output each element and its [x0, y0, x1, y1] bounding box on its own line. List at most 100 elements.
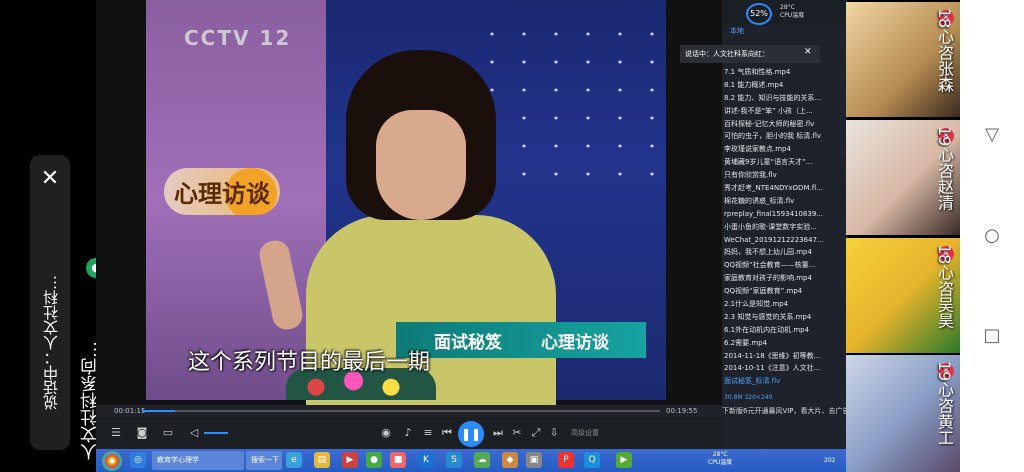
s-app-icon[interactable]: S	[446, 452, 462, 468]
lower-third-logo: 心理访谈	[541, 333, 609, 353]
next-icon[interactable]: ⏭	[490, 425, 506, 441]
playlist-item[interactable]: rpreplay_final1593410839...	[722, 208, 846, 221]
ie-icon[interactable]: e	[286, 452, 302, 468]
playlist-item[interactable]: 讲述-我不是“笨” 小孩（上...	[722, 105, 846, 118]
download-icon[interactable]: ⇩	[546, 425, 562, 441]
playlist-item[interactable]: 李玫瑾说家教点.mp4	[722, 143, 846, 156]
participant-tile[interactable]: ✕ 18心咨吴昊	[846, 238, 960, 353]
file-info: 30.8M 320×240	[724, 394, 773, 401]
video-subtitle: 这个系列节目的最后一期	[188, 350, 431, 375]
system-tray: 28°C CPU温度	[708, 451, 732, 467]
close-icon[interactable]: ✕	[804, 47, 812, 57]
participant-tile[interactable]: ✕ 19心咨黄工	[846, 355, 960, 472]
playlist-item[interactable]: 小蛋小鱼的歌·课堂数字实验...	[722, 221, 846, 234]
start-button[interactable]	[102, 451, 122, 471]
tray-label: CPU温度	[708, 459, 733, 466]
playlist-item[interactable]: QQ视频“社会教育——核董...	[722, 259, 846, 272]
qq-icon[interactable]: Q	[584, 452, 600, 468]
video-player[interactable]: CCTV 12 心理访谈 面试秘笈 心理访谈 这个系列节目的最后一期	[96, 0, 722, 405]
progress-track[interactable]	[142, 410, 660, 412]
playlist-panel: 52% 28°C CPU温度 本地 7.1 气质和性格.mp4 8.1 能力概述.…	[722, 0, 846, 449]
close-icon[interactable]: ✕	[38, 167, 62, 191]
progress-row: 00:01:15 00:19:55	[96, 405, 722, 417]
tab-local[interactable]: 本地	[730, 26, 744, 36]
playlist-item[interactable]: 2014-10-11《注意》人文社...	[722, 362, 846, 375]
participant-name: 18心咨吴昊	[935, 244, 954, 329]
playlist-item[interactable]: 黄埔藏9岁儿童“语言天才”...	[722, 156, 846, 169]
previous-icon[interactable]: ⏮	[439, 425, 455, 441]
home-icon[interactable]: ○	[982, 226, 1002, 246]
playlist-list: 7.1 气质和性格.mp4 8.1 能力概述.mp4 8.2 能力、知识与技能的关系…	[722, 66, 846, 388]
green-app-icon[interactable]: ●	[366, 452, 382, 468]
pdf-icon[interactable]: P	[558, 452, 574, 468]
progress-fill	[142, 410, 175, 412]
sound-icon[interactable]: ♪	[400, 425, 416, 441]
cpu-temp-label: CPU温度	[780, 12, 805, 19]
playlist-item[interactable]: WeChat_20191212223647...	[722, 234, 846, 247]
cloud-icon[interactable]: ☁	[474, 452, 490, 468]
extra-settings-label[interactable]: 高级设置	[571, 428, 599, 438]
playlist-item[interactable]: 2.3 知觉与感觉的关系.mp4	[722, 311, 846, 324]
tool-icon[interactable]: ▣	[526, 452, 542, 468]
time-current: 00:01:15	[114, 407, 146, 415]
eye-icon[interactable]: ◉	[378, 425, 394, 441]
playlist-item[interactable]: 6.1外在动机内在动机.mp4	[722, 324, 846, 337]
playlist-item[interactable]: QQ视频“家庭教育”.mp4	[722, 285, 846, 298]
playlist-item[interactable]: 妈妈，我不想上幼儿园.mp4	[722, 246, 846, 259]
playlist-item[interactable]: 2.1什么是知觉.mp4	[722, 298, 846, 311]
taskbar-window[interactable]: 教育学心理学	[152, 451, 244, 470]
settings-sliders-icon[interactable]: ≡	[420, 425, 436, 441]
call-status: 说话中：人文社科…	[42, 275, 60, 410]
playlist-item[interactable]: 面试秘笈_标清.flv	[722, 375, 846, 388]
camera-icon[interactable]: ◙	[134, 425, 150, 441]
list-icon[interactable]: ☰	[108, 425, 124, 441]
playlist-item[interactable]: 8.2 能力、知识与技能的关系...	[722, 92, 846, 105]
taskbar-search[interactable]: 搜索一下	[246, 451, 282, 470]
presenter-face	[376, 110, 466, 220]
windows-taskbar: ◎ 教育学心理学 搜索一下 e ▤ ▶ ● ■ K S ☁ ◆ ▣ P Q ▶ …	[96, 449, 846, 472]
player-icon[interactable]: ▶	[616, 452, 632, 468]
playlist-item[interactable]: 百科探秘-记忆大师的秘密.flv	[722, 118, 846, 131]
cpu-usage: 52%	[746, 3, 772, 25]
playlist-item[interactable]: 家庭教育对孩子的影响.mp4	[722, 272, 846, 285]
playlist-item[interactable]: 秀才赶考_NTE4NDYxODM.fl...	[722, 182, 846, 195]
app-icon[interactable]: ◆	[502, 452, 518, 468]
cpu-temp-value: 28°C	[780, 4, 795, 11]
volume-slider[interactable]	[204, 432, 228, 434]
folder-icon[interactable]: ▭	[160, 425, 176, 441]
playlist-item[interactable]: 可怕的虫子，胆小的我 标清.flv	[722, 130, 846, 143]
k-app-icon[interactable]: K	[418, 452, 434, 468]
lower-third-title: 面试秘笈	[434, 333, 502, 353]
participant-tile[interactable]: ✕ 18心咨张森	[846, 2, 960, 117]
volume-icon[interactable]: ◁	[186, 425, 202, 441]
participant-name: 19心咨黄工	[935, 361, 954, 446]
call-panel: ✕ 说话中：人文社科… ● 人文社科系向…	[0, 0, 106, 472]
media-icon[interactable]: ▶	[342, 452, 358, 468]
channel-logo: CCTV 12	[184, 26, 292, 50]
tray-year: 202	[824, 457, 836, 464]
playlist-item[interactable]: 7.1 气质和性格.mp4	[722, 66, 846, 79]
screen: ✕ 说话中：人文社科… ● 人文社科系向… CCTV 12 心理访谈 面试秘笈 …	[0, 0, 1024, 472]
playlist-item[interactable]: 8.1 能力概述.mp4	[722, 79, 846, 92]
call-card: ✕ 说话中：人文社科…	[30, 155, 70, 450]
red-app-icon[interactable]: ■	[390, 452, 406, 468]
participant-tile[interactable]: ✕ 19心咨赵清	[846, 120, 960, 235]
android-nav-bar: ▽ ○ □	[960, 0, 1024, 472]
vip-banner[interactable]: 下新版6元开通暴风VIP，看大片、去广告	[722, 406, 846, 416]
browser-icon[interactable]: ◎	[130, 452, 146, 468]
playlist-item[interactable]: 棉花糖的诱惑_标清.flv	[722, 195, 846, 208]
explorer-icon[interactable]: ▤	[314, 452, 330, 468]
expand-icon[interactable]: ⤢	[528, 425, 544, 441]
participant-name: 18心咨张森	[935, 8, 954, 93]
recents-icon[interactable]: □	[982, 326, 1002, 346]
time-total: 00:19:55	[666, 407, 698, 415]
playlist-item[interactable]: 6.2需要.mp4	[722, 337, 846, 350]
playlist-item[interactable]: 只有你欣赏我.flv	[722, 169, 846, 182]
cpu-temp: 28°C CPU温度	[780, 4, 804, 20]
playlist-item[interactable]: 2014-11-18《思维》初等教...	[722, 350, 846, 363]
participant-tiles: ✕ 18心咨张森 ✕ 19心咨赵清 ✕ 18心咨吴昊 ✕ 19心咨黄工	[846, 0, 960, 472]
show-logo: 心理访谈	[164, 168, 280, 215]
scissors-icon[interactable]: ✂	[509, 425, 525, 441]
back-icon[interactable]: ▽	[982, 125, 1002, 145]
pause-button[interactable]: ❚❚	[458, 421, 484, 447]
